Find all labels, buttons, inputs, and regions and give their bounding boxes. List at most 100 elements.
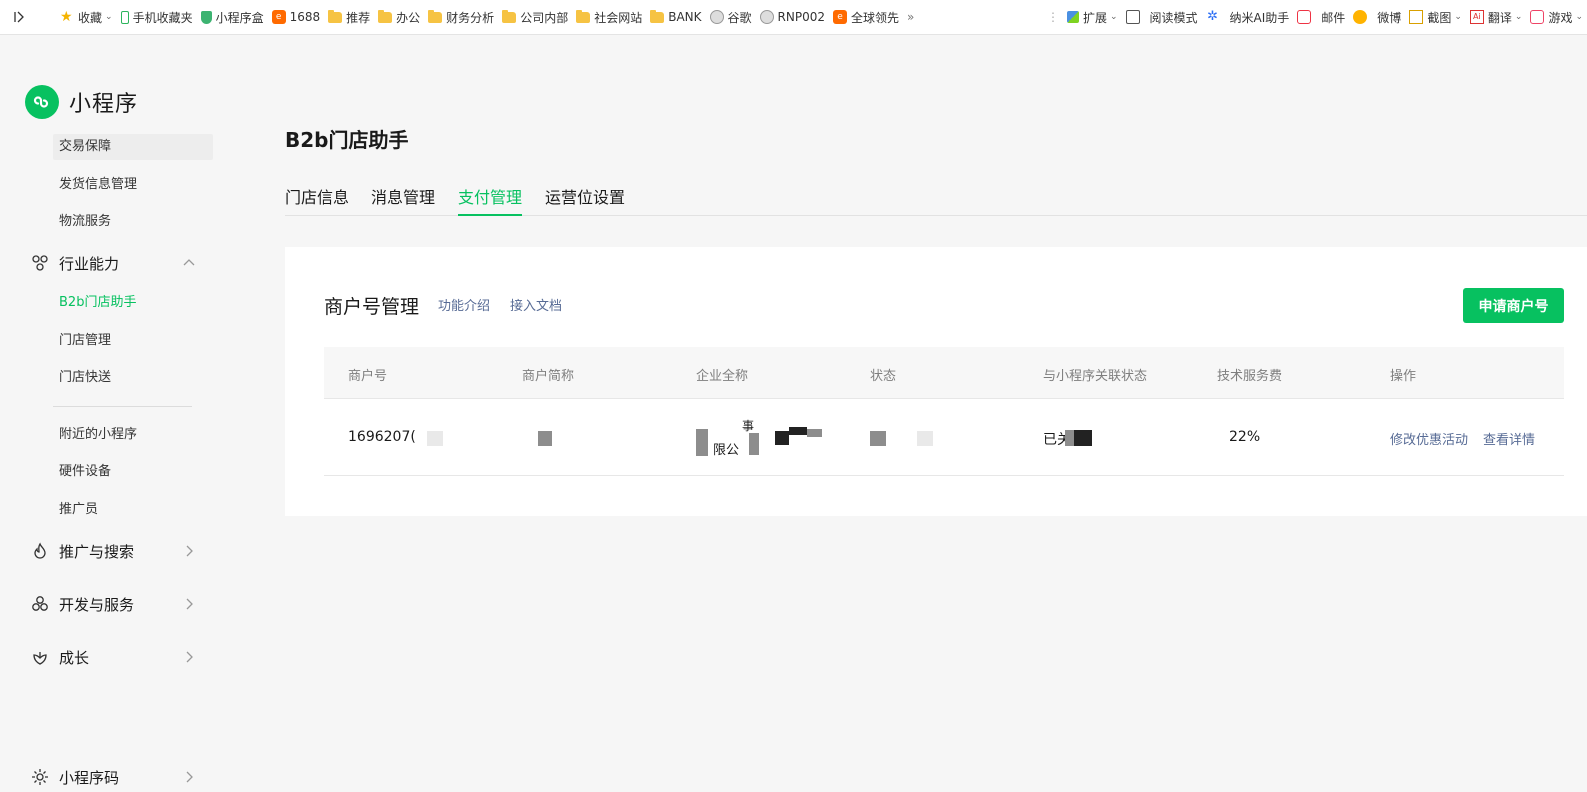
sidebar-group-promotion-search[interactable]: 推广与搜索 bbox=[30, 536, 200, 566]
view-details-link[interactable]: 查看详情 bbox=[1483, 429, 1535, 448]
bookmark-folder[interactable]: 财务分析 bbox=[424, 0, 498, 34]
sun-icon bbox=[30, 767, 50, 787]
reading-mode-button[interactable]: 阅读模式 bbox=[1122, 0, 1202, 34]
panel-expand-icon bbox=[14, 11, 24, 23]
bookmark-folder[interactable]: 推荐 bbox=[324, 0, 374, 34]
globe-icon bbox=[709, 10, 724, 24]
service-fee-cell: 22% bbox=[1229, 429, 1261, 445]
bookmark-folder[interactable]: 办公 bbox=[374, 0, 424, 34]
sidebar: 小程序 交易保障 发货信息管理 物流服务 行业能力 B2b门店助手 门店管理 门… bbox=[0, 35, 240, 791]
column-header: 状态 bbox=[870, 369, 897, 384]
column-header: 商户简称 bbox=[522, 369, 575, 384]
table-row: 1696207( 事 限公 已关 22% 修改优惠活动 查看详情 bbox=[324, 399, 1564, 476]
tab-operation-slots[interactable]: 运营位设置 bbox=[545, 186, 625, 215]
brand-name: 小程序 bbox=[69, 92, 139, 117]
sidebar-group-miniprogram-code[interactable]: 小程序码 bbox=[30, 762, 200, 792]
merchant-management-card: 商户号管理 功能介绍 接入文档 申请商户号 商户号 商户简称 企业全称 状态 与… bbox=[285, 247, 1587, 516]
mail-icon bbox=[1297, 10, 1312, 24]
redaction-block bbox=[538, 431, 552, 446]
sidebar-group-dev-services[interactable]: 开发与服务 bbox=[30, 589, 200, 619]
bookmark-label: 办公 bbox=[396, 10, 421, 25]
folder-icon bbox=[576, 9, 591, 23]
browser-toolbar-right: ⋮ 扩展 ⌄ 阅读模式 ✲ 纳米AI助手 邮件 微博 截图 ⌄ Ai 翻译 ⌄ … bbox=[1036, 0, 1587, 34]
translate-button[interactable]: Ai 翻译 ⌄ bbox=[1466, 0, 1527, 34]
toolbar-label: 邮件 bbox=[1321, 10, 1346, 25]
book-icon bbox=[1125, 10, 1140, 24]
extensions-button[interactable]: 扩展 ⌄ bbox=[1063, 0, 1122, 34]
sidebar-group-industry[interactable]: 行业能力 bbox=[30, 248, 200, 278]
column-header: 企业全称 bbox=[696, 369, 749, 384]
bookmark-favorites[interactable]: ★ 收藏 ⌄ bbox=[56, 0, 117, 34]
toolbar-label: 截图 bbox=[1427, 10, 1452, 25]
sidebar-item-hardware[interactable]: 硬件设备 bbox=[53, 459, 213, 485]
apply-merchant-button[interactable]: 申请商户号 bbox=[1463, 288, 1564, 323]
bookmark-miniprogram-box[interactable]: 小程序盒 bbox=[197, 0, 268, 34]
sidebar-group-label: 小程序码 bbox=[59, 768, 120, 787]
weibo-icon bbox=[1353, 10, 1368, 24]
toolbar-label: 微博 bbox=[1377, 10, 1402, 25]
separator-dots: ⋮ bbox=[1046, 10, 1059, 24]
scissors-icon bbox=[1409, 10, 1424, 24]
integration-docs-link[interactable]: 接入文档 bbox=[510, 295, 562, 314]
redaction-block bbox=[870, 431, 886, 446]
alibaba-icon: e bbox=[833, 10, 847, 24]
bookmark-folder[interactable]: 公司内部 bbox=[498, 0, 572, 34]
bookmark-folder[interactable]: BANK bbox=[646, 0, 705, 34]
sidebar-group-growth[interactable]: 成长 bbox=[30, 642, 200, 672]
chevron-down-icon: ⌄ bbox=[1575, 12, 1583, 22]
chevron-down-icon: ⌄ bbox=[105, 12, 113, 22]
bookmark-1688[interactable]: e 1688 bbox=[268, 0, 325, 34]
browser-bookmarks-bar: ★ 收藏 ⌄ 手机收藏夹 小程序盒 e 1688 推荐 办公 财务分析 公司内部… bbox=[0, 0, 1587, 35]
toolbar-label: 游戏 bbox=[1548, 10, 1573, 25]
game-icon bbox=[1530, 10, 1545, 24]
edit-promotion-link[interactable]: 修改优惠活动 bbox=[1390, 429, 1468, 448]
bookmark-label: 小程序盒 bbox=[215, 10, 264, 25]
bookmarks-more-button[interactable]: » bbox=[903, 0, 918, 34]
bookmark-folder[interactable]: 社会网站 bbox=[572, 0, 646, 34]
column-header: 与小程序关联状态 bbox=[1043, 369, 1148, 384]
bookmark-label: RNP002 bbox=[777, 10, 825, 24]
sidebar-group-label: 成长 bbox=[59, 648, 90, 667]
redaction-block bbox=[789, 427, 807, 435]
redaction-block bbox=[807, 429, 822, 437]
chevron-right-icon bbox=[186, 651, 193, 663]
sidebar-item-nearby-miniprograms[interactable]: 附近的小程序 bbox=[53, 422, 213, 448]
bookmark-label: 社会网站 bbox=[594, 10, 643, 25]
bookmark-rnp[interactable]: RNP002 bbox=[756, 0, 829, 34]
bookmark-global[interactable]: e 全球领先 bbox=[829, 0, 903, 34]
nami-ai-button[interactable]: ✲ 纳米AI助手 bbox=[1202, 0, 1294, 34]
translate-icon: Ai bbox=[1469, 10, 1484, 24]
sidebar-toggle-button[interactable] bbox=[0, 0, 36, 34]
company-name-fragment: 限公 bbox=[713, 443, 740, 458]
double-chevron-icon: » bbox=[907, 10, 915, 24]
sidebar-item-b2b-store-assistant[interactable]: B2b门店助手 bbox=[53, 290, 213, 316]
phone-icon bbox=[120, 10, 129, 24]
column-header: 操作 bbox=[1390, 369, 1417, 384]
screenshot-button[interactable]: 截图 ⌄ bbox=[1405, 0, 1466, 34]
sidebar-item-store-management[interactable]: 门店管理 bbox=[53, 328, 213, 354]
column-header: 商户号 bbox=[348, 369, 388, 384]
sidebar-item-shipping-info[interactable]: 发货信息管理 bbox=[53, 172, 213, 198]
bookmark-label: 1688 bbox=[289, 10, 321, 24]
chevron-down-icon: ⌄ bbox=[1514, 12, 1523, 22]
redaction-block bbox=[917, 431, 933, 446]
toolbar-label: 纳米AI助手 bbox=[1229, 10, 1290, 25]
games-button[interactable]: 游戏 ⌄ bbox=[1526, 0, 1587, 34]
sidebar-item-logistics[interactable]: 物流服务 bbox=[53, 209, 213, 235]
chevron-right-icon bbox=[186, 545, 193, 557]
sidebar-item-trade-guarantee[interactable]: 交易保障 bbox=[53, 134, 213, 160]
tab-message-management[interactable]: 消息管理 bbox=[371, 186, 435, 215]
bookmark-google[interactable]: 谷歌 bbox=[706, 0, 756, 34]
bookmark-mobile[interactable]: 手机收藏夹 bbox=[117, 0, 197, 34]
mail-button[interactable]: 邮件 bbox=[1293, 0, 1349, 34]
weibo-button[interactable]: 微博 bbox=[1349, 0, 1405, 34]
sidebar-group-label: 推广与搜索 bbox=[59, 542, 135, 561]
folder-icon bbox=[428, 9, 443, 23]
brand[interactable]: 小程序 bbox=[25, 85, 138, 119]
sidebar-item-promoters[interactable]: 推广员 bbox=[53, 497, 213, 523]
tab-store-info[interactable]: 门店信息 bbox=[285, 186, 349, 215]
card-title: 商户号管理 bbox=[324, 296, 420, 318]
tab-payment-management[interactable]: 支付管理 bbox=[458, 186, 523, 216]
sidebar-item-store-delivery[interactable]: 门店快送 bbox=[53, 365, 213, 391]
feature-intro-link[interactable]: 功能介绍 bbox=[438, 295, 490, 314]
